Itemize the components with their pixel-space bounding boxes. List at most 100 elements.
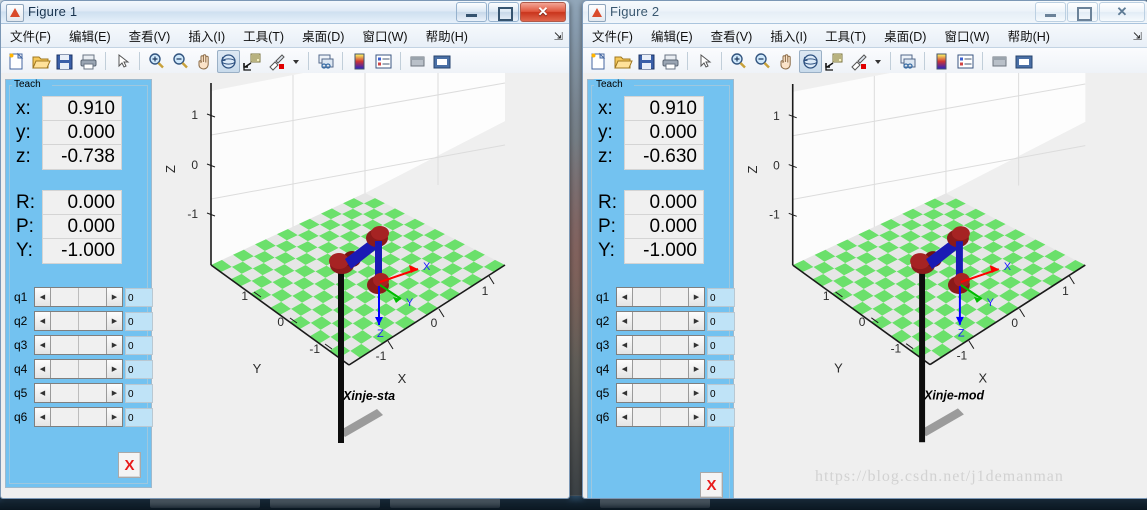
slider-left-arrow-icon[interactable]: ◀ xyxy=(35,384,51,402)
figure-1-titlebar[interactable]: Figure 1 ✕ xyxy=(1,1,569,24)
slider-track[interactable] xyxy=(633,312,688,330)
joint-value-q1[interactable]: 0 xyxy=(707,287,735,307)
slider-right-arrow-icon[interactable]: ▶ xyxy=(106,384,122,402)
joint-slider-q6[interactable]: ◀ ▶ xyxy=(34,407,123,427)
joint-value-q5[interactable]: 0 xyxy=(707,383,735,403)
slider-right-arrow-icon[interactable]: ▶ xyxy=(106,288,122,306)
data-cursor-icon[interactable] xyxy=(241,50,264,73)
slider-track[interactable] xyxy=(51,312,106,330)
joint-value-q4[interactable]: 0 xyxy=(125,359,153,379)
figure-2-titlebar[interactable]: Figure 2 ✕ xyxy=(583,1,1147,24)
slider-right-arrow-icon[interactable]: ▶ xyxy=(106,312,122,330)
pose-value-x[interactable]: 0.910 xyxy=(624,96,704,122)
orient-value-r[interactable]: 0.000 xyxy=(624,190,704,216)
slider-track[interactable] xyxy=(51,360,106,378)
slider-right-arrow-icon[interactable]: ▶ xyxy=(106,336,122,354)
slider-right-arrow-icon[interactable]: ▶ xyxy=(688,336,704,354)
pose-value-z[interactable]: -0.630 xyxy=(624,144,704,170)
open-file-icon[interactable] xyxy=(29,50,52,73)
slider-track[interactable] xyxy=(51,288,106,306)
slider-left-arrow-icon[interactable]: ◀ xyxy=(617,312,633,330)
menu-file[interactable]: 文件(F) xyxy=(1,24,60,47)
slider-left-arrow-icon[interactable]: ◀ xyxy=(35,408,51,426)
colorbar-icon[interactable] xyxy=(348,50,371,73)
slider-right-arrow-icon[interactable]: ▶ xyxy=(688,384,704,402)
close-button[interactable]: ✕ xyxy=(520,2,566,22)
minimize-button[interactable] xyxy=(456,2,487,22)
joint-value-q4[interactable]: 0 xyxy=(707,359,735,379)
menu-insert[interactable]: 插入(I) xyxy=(761,24,816,47)
menu-overflow-icon[interactable]: ⇲ xyxy=(1133,30,1142,43)
save-figure-icon[interactable] xyxy=(635,50,658,73)
taskbar-item[interactable] xyxy=(150,498,260,508)
brush-icon[interactable] xyxy=(265,50,288,73)
joint-slider-q5[interactable]: ◀ ▶ xyxy=(34,383,123,403)
joint-slider-q2[interactable]: ◀ ▶ xyxy=(34,311,123,331)
pan-icon[interactable] xyxy=(193,50,216,73)
menu-edit[interactable]: 编辑(E) xyxy=(60,24,120,47)
menu-desktop[interactable]: 桌面(D) xyxy=(293,24,353,47)
menu-overflow-icon[interactable]: ⇲ xyxy=(554,30,563,43)
orient-value-y[interactable]: -1.000 xyxy=(624,238,704,264)
close-button[interactable]: ✕ xyxy=(1099,2,1145,22)
teach-close-button[interactable]: X xyxy=(118,452,141,478)
joint-slider-q2[interactable]: ◀ ▶ xyxy=(616,311,705,331)
menu-file[interactable]: 文件(F) xyxy=(583,24,642,47)
joint-value-q2[interactable]: 0 xyxy=(707,311,735,331)
new-figure-icon[interactable] xyxy=(587,50,610,73)
maximize-button[interactable] xyxy=(1067,2,1098,22)
slider-track[interactable] xyxy=(633,360,688,378)
joint-slider-q1[interactable]: ◀ ▶ xyxy=(616,287,705,307)
figure-2-window[interactable]: Figure 2 ✕ 文件(F) 编辑(E) 查看(V) 插入(I) 工具(T)… xyxy=(582,0,1147,499)
menu-help[interactable]: 帮助(H) xyxy=(999,24,1059,47)
joint-value-q5[interactable]: 0 xyxy=(125,383,153,403)
zoom-in-icon[interactable] xyxy=(727,50,750,73)
hide-plot-tools-icon[interactable] xyxy=(406,50,429,73)
slider-left-arrow-icon[interactable]: ◀ xyxy=(35,360,51,378)
minimize-button[interactable] xyxy=(1035,2,1066,22)
slider-right-arrow-icon[interactable]: ▶ xyxy=(688,288,704,306)
teach-close-button[interactable]: X xyxy=(700,472,723,498)
slider-track[interactable] xyxy=(633,336,688,354)
joint-slider-q1[interactable]: ◀ ▶ xyxy=(34,287,123,307)
print-figure-icon[interactable] xyxy=(77,50,100,73)
zoom-out-icon[interactable] xyxy=(169,50,192,73)
brush-dropdown-icon[interactable] xyxy=(871,50,885,73)
open-file-icon[interactable] xyxy=(611,50,634,73)
joint-value-q1[interactable]: 0 xyxy=(125,287,153,307)
slider-track[interactable] xyxy=(633,408,688,426)
slider-left-arrow-icon[interactable]: ◀ xyxy=(35,336,51,354)
slider-left-arrow-icon[interactable]: ◀ xyxy=(617,288,633,306)
slider-right-arrow-icon[interactable]: ▶ xyxy=(688,360,704,378)
joint-slider-q4[interactable]: ◀ ▶ xyxy=(616,359,705,379)
edit-plot-icon[interactable] xyxy=(111,50,134,73)
pan-icon[interactable] xyxy=(775,50,798,73)
slider-track[interactable] xyxy=(633,384,688,402)
pose-value-y[interactable]: 0.000 xyxy=(624,120,704,146)
colorbar-icon[interactable] xyxy=(930,50,953,73)
slider-left-arrow-icon[interactable]: ◀ xyxy=(617,408,633,426)
orient-value-p[interactable]: 0.000 xyxy=(624,214,704,240)
edit-plot-icon[interactable] xyxy=(693,50,716,73)
menu-window[interactable]: 窗口(W) xyxy=(353,24,416,47)
zoom-in-icon[interactable] xyxy=(145,50,168,73)
slider-track[interactable] xyxy=(633,288,688,306)
data-cursor-icon[interactable] xyxy=(823,50,846,73)
menu-edit[interactable]: 编辑(E) xyxy=(642,24,702,47)
joint-slider-q6[interactable]: ◀ ▶ xyxy=(616,407,705,427)
menu-view[interactable]: 查看(V) xyxy=(702,24,762,47)
joint-value-q2[interactable]: 0 xyxy=(125,311,153,331)
print-figure-icon[interactable] xyxy=(659,50,682,73)
joint-slider-q4[interactable]: ◀ ▶ xyxy=(34,359,123,379)
figure-1-plot[interactable]: 1 0 -1 Z 1 0 -1 Y -1 0 1 X X Y Z Xinje-s… xyxy=(153,73,565,493)
orient-value-r[interactable]: 0.000 xyxy=(42,190,122,216)
show-plot-tools-icon[interactable] xyxy=(1012,50,1035,73)
slider-track[interactable] xyxy=(51,336,106,354)
joint-value-q6[interactable]: 0 xyxy=(707,407,735,427)
joint-slider-q5[interactable]: ◀ ▶ xyxy=(616,383,705,403)
slider-left-arrow-icon[interactable]: ◀ xyxy=(35,312,51,330)
slider-track[interactable] xyxy=(51,408,106,426)
zoom-out-icon[interactable] xyxy=(751,50,774,73)
link-plot-icon[interactable] xyxy=(314,50,337,73)
brush-icon[interactable] xyxy=(847,50,870,73)
